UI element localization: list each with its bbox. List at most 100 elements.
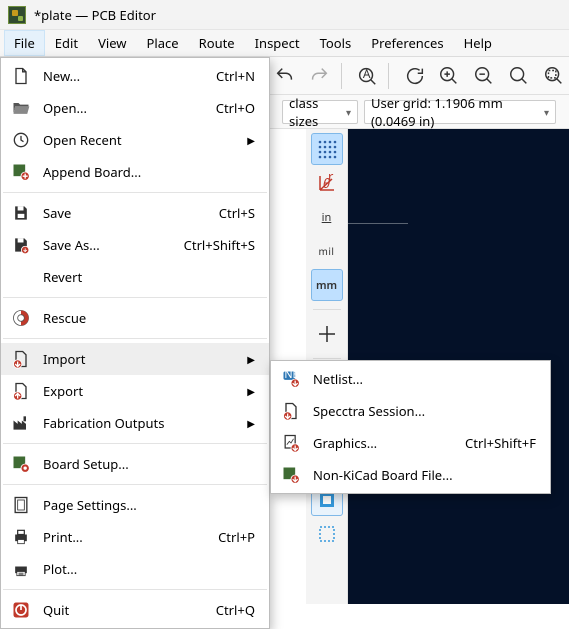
file-save[interactable]: Save Ctrl+S: [1, 197, 269, 229]
menu-inspect[interactable]: Inspect: [245, 30, 310, 56]
submenu-arrow-icon: ▶: [247, 416, 255, 430]
polar-coord-toggle[interactable]: rθ: [311, 167, 343, 199]
chevron-down-icon: ▾: [346, 105, 351, 119]
clock-icon: [9, 128, 33, 152]
submenu-arrow-icon: ▶: [247, 352, 255, 366]
file-append-board[interactable]: Append Board...: [1, 156, 269, 188]
grid-combo-label: User grid: 1.1906 mm (0.0469 in): [371, 94, 538, 130]
menu-separator: [3, 297, 267, 298]
file-board-setup[interactable]: Board Setup...: [1, 448, 269, 480]
class-sizes-combo[interactable]: class sizes ▾: [282, 100, 358, 124]
units-inches-button[interactable]: in: [311, 201, 343, 233]
import-specctra[interactable]: Specctra Session...: [271, 395, 550, 427]
file-save-as-accel: Ctrl+Shift+S: [184, 236, 255, 254]
file-new[interactable]: New... Ctrl+N: [1, 60, 269, 92]
palette-separator: [313, 358, 341, 359]
menu-separator: [3, 192, 267, 193]
svg-text:A: A: [363, 65, 371, 81]
file-revert-label: Revert: [43, 268, 255, 286]
units-mm-button[interactable]: mm: [311, 269, 343, 301]
find-button[interactable]: A: [352, 60, 383, 92]
outline-mode-button[interactable]: [311, 518, 343, 550]
nonkicad-board-icon: [279, 463, 303, 487]
window-title: *plate — PCB Editor: [34, 6, 156, 24]
grid-combo[interactable]: User grid: 1.1906 mm (0.0469 in) ▾: [364, 100, 556, 124]
file-append-board-label: Append Board...: [43, 163, 255, 181]
print-icon: [9, 525, 33, 549]
submenu-arrow-icon: ▶: [247, 384, 255, 398]
menu-separator: [3, 338, 267, 339]
file-page-settings[interactable]: Page Settings...: [1, 489, 269, 521]
crosshair-horizontal: [348, 223, 408, 224]
file-print-accel: Ctrl+P: [218, 528, 255, 546]
file-open[interactable]: Open... Ctrl+O: [1, 92, 269, 124]
power-icon: [9, 598, 33, 622]
specctra-icon: [279, 399, 303, 423]
menu-place[interactable]: Place: [137, 30, 189, 56]
netlist-icon: NET: [279, 367, 303, 391]
svg-text:θ: θ: [323, 174, 330, 192]
units-mils-button[interactable]: mil: [311, 235, 343, 267]
menu-separator: [3, 443, 267, 444]
mil-label: mil: [318, 244, 334, 258]
app-icon: [8, 6, 26, 24]
import-netlist[interactable]: NET Netlist...: [271, 363, 550, 395]
titlebar: *plate — PCB Editor: [0, 0, 569, 30]
chevron-down-icon: ▾: [544, 105, 549, 119]
mm-label: mm: [316, 278, 337, 293]
append-board-icon: [9, 160, 33, 184]
redo-button[interactable]: [304, 60, 335, 92]
grid-dots-toggle[interactable]: [311, 133, 343, 165]
file-new-accel: Ctrl+N: [216, 67, 255, 85]
board-setup-icon: [9, 452, 33, 476]
zoom-selection-button[interactable]: [538, 60, 569, 92]
submenu-arrow-icon: ▶: [247, 133, 255, 147]
file-open-label: Open...: [43, 99, 186, 117]
zoom-out-button[interactable]: [469, 60, 500, 92]
menu-file[interactable]: File: [4, 30, 45, 56]
export-icon: [9, 379, 33, 403]
page-settings-icon: [9, 493, 33, 517]
menu-preferences[interactable]: Preferences: [361, 30, 453, 56]
zoom-in-button[interactable]: [434, 60, 465, 92]
menu-tools[interactable]: Tools: [310, 30, 362, 56]
import-specctra-label: Specctra Session...: [313, 402, 536, 420]
menu-edit[interactable]: Edit: [45, 30, 88, 56]
class-sizes-label: class sizes: [289, 94, 340, 130]
file-import-label: Import: [43, 350, 225, 368]
import-submenu: NET Netlist... Specctra Session... Graph…: [270, 360, 551, 494]
rescue-icon: [9, 306, 33, 330]
file-open-recent-label: Open Recent: [43, 131, 225, 149]
file-board-setup-label: Board Setup...: [43, 455, 255, 473]
import-nonkicad-board[interactable]: Non-KiCad Board File...: [271, 459, 550, 491]
blank-icon: [9, 265, 33, 289]
file-rescue[interactable]: Rescue: [1, 302, 269, 334]
save-as-icon: [9, 233, 33, 257]
refresh-button[interactable]: [399, 60, 430, 92]
file-fabrication-outputs[interactable]: Fabrication Outputs ▶: [1, 407, 269, 439]
file-print[interactable]: Print... Ctrl+P: [1, 521, 269, 553]
file-save-accel: Ctrl+S: [219, 204, 255, 222]
file-quit[interactable]: Quit Ctrl+Q: [1, 594, 269, 626]
palette-separator: [313, 309, 341, 310]
file-open-recent[interactable]: Open Recent ▶: [1, 124, 269, 156]
file-print-label: Print...: [43, 528, 188, 546]
file-import[interactable]: Import ▶: [1, 343, 269, 375]
file-export[interactable]: Export ▶: [1, 375, 269, 407]
zoom-fit-button[interactable]: [503, 60, 534, 92]
file-page-settings-label: Page Settings...: [43, 496, 255, 514]
file-save-as[interactable]: Save As... Ctrl+Shift+S: [1, 229, 269, 261]
file-revert[interactable]: Revert: [1, 261, 269, 293]
import-graphics[interactable]: Graphics... Ctrl+Shift+F: [271, 427, 550, 459]
menu-route[interactable]: Route: [189, 30, 245, 56]
menu-help[interactable]: Help: [454, 30, 502, 56]
file-plot[interactable]: Plot...: [1, 553, 269, 585]
file-plot-label: Plot...: [43, 560, 255, 578]
menubar: File Edit View Place Route Inspect Tools…: [0, 30, 569, 57]
undo-button[interactable]: [269, 60, 300, 92]
menu-view[interactable]: View: [88, 30, 136, 56]
open-folder-icon: [9, 96, 33, 120]
cursor-shape-button[interactable]: [311, 318, 343, 350]
file-save-as-label: Save As...: [43, 236, 154, 254]
file-open-accel: Ctrl+O: [216, 99, 255, 117]
